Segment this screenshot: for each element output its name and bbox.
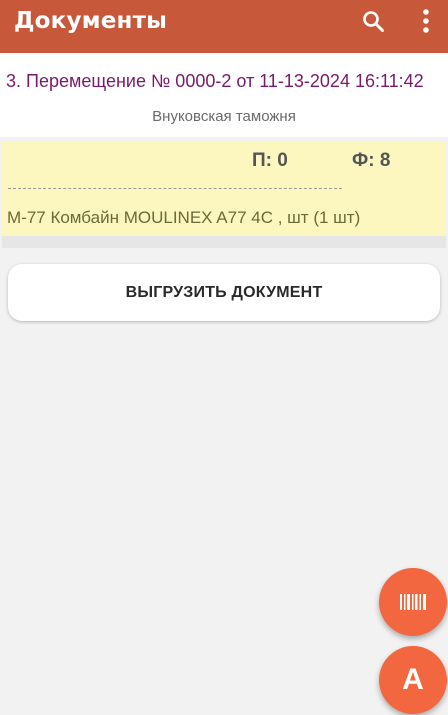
actual-count: Ф: 8	[352, 150, 391, 171]
search-button[interactable]	[358, 6, 388, 36]
item-description: М-77 Комбайн MOULINEX A77 4C , шт (1 шт)	[7, 208, 361, 227]
divider	[8, 188, 342, 189]
overflow-menu-button[interactable]	[414, 6, 438, 36]
scan-barcode-button[interactable]	[379, 568, 447, 636]
barcode-icon	[400, 594, 426, 610]
document-title: 3. Перемещение № 0000-2 от 11-13-2024 16…	[6, 71, 424, 91]
planned-count: П: 0	[252, 150, 288, 171]
app-bar: Документы	[0, 0, 448, 53]
search-icon	[363, 11, 384, 32]
more-vert-icon	[423, 9, 429, 33]
app-title: Документы	[14, 8, 168, 34]
card-footer	[2, 236, 446, 248]
document-subtitle: Внуковская таможня	[152, 108, 296, 125]
document-header: 3. Перемещение № 0000-2 от 11-13-2024 16…	[0, 53, 448, 137]
upload-document-button[interactable]: ВЫГРУЗИТЬ ДОКУМЕНТ	[8, 264, 440, 321]
item-row[interactable]: П: 0 Ф: 8 М-77 Комбайн MOULINEX A77 4C ,…	[2, 142, 446, 236]
a-action-button[interactable]: A	[379, 646, 447, 714]
